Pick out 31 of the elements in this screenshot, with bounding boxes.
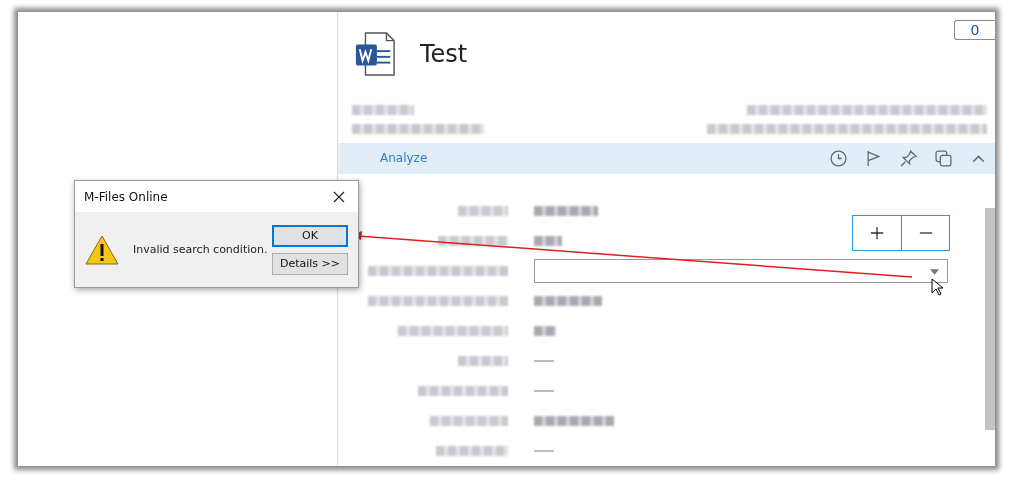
blurred-text	[534, 236, 562, 246]
blurred-text	[534, 206, 598, 216]
empty-value-dash	[534, 360, 554, 362]
document-title: Test	[420, 39, 468, 68]
blurred-text	[352, 105, 414, 116]
warning-icon	[85, 234, 119, 265]
blurred-text	[458, 206, 508, 216]
details-button[interactable]: Details >>	[272, 252, 348, 275]
blurred-text	[534, 326, 556, 336]
scrollbar-thumb[interactable]	[985, 208, 995, 430]
clock-icon[interactable]	[830, 149, 847, 167]
analyze-link[interactable]: Analyze	[380, 151, 428, 166]
copy-icon[interactable]	[935, 149, 952, 167]
close-icon[interactable]	[333, 190, 345, 203]
comment-count-badge[interactable]: 0	[954, 20, 995, 40]
word-document-icon	[354, 30, 396, 77]
blurred-text	[436, 446, 508, 456]
pin-icon[interactable]	[900, 149, 917, 167]
flag-icon[interactable]	[865, 149, 882, 167]
blurred-text	[534, 296, 602, 306]
dialog-message: Invalid search condition.	[133, 243, 268, 256]
dropdown-arrow-icon[interactable]	[930, 269, 939, 275]
blurred-text	[458, 356, 508, 366]
empty-value-dash	[534, 390, 554, 392]
mouse-cursor-icon	[931, 278, 943, 296]
blurred-text	[438, 236, 508, 246]
plus-icon	[870, 226, 884, 240]
ok-button[interactable]: OK	[272, 224, 348, 247]
dialog-title: M-Files Online	[84, 189, 168, 204]
empty-value-dash	[534, 450, 554, 452]
dropdown-field[interactable]	[534, 259, 948, 283]
